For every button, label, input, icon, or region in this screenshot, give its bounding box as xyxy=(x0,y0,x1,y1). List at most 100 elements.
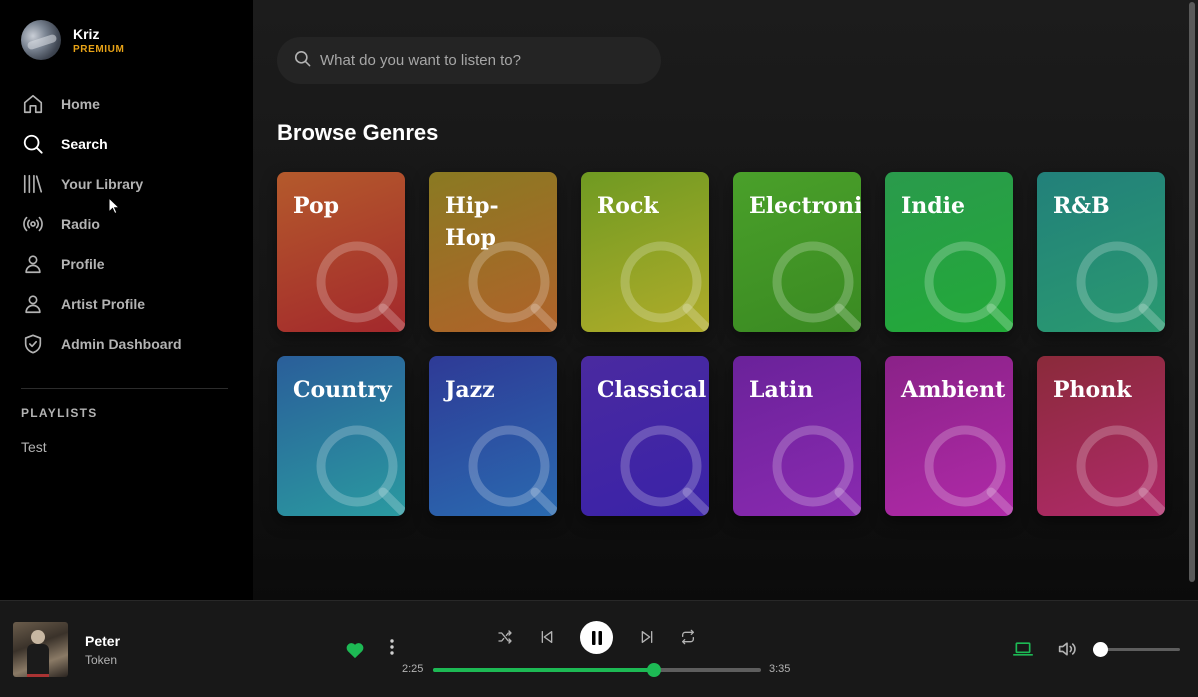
track-artist[interactable]: Token xyxy=(85,653,117,667)
radio-icon xyxy=(21,212,45,236)
genre-card-title: Latin xyxy=(749,377,814,403)
player-bar: Peter Token 2:25 3:35 xyxy=(0,600,1198,697)
search-icon xyxy=(620,241,709,332)
genre-card-title: Ambient xyxy=(901,377,1006,403)
heart-icon xyxy=(346,643,364,659)
search-icon xyxy=(924,425,1013,516)
progress-bar[interactable] xyxy=(433,663,761,677)
search-icon xyxy=(1076,241,1165,332)
genre-card-title: Electronic xyxy=(749,193,861,219)
genre-card-title: R&B xyxy=(1053,193,1110,219)
more-options-button[interactable] xyxy=(384,637,400,657)
genre-card-indie[interactable]: Indie xyxy=(885,172,1013,332)
nav-item-search[interactable]: Search xyxy=(21,124,231,164)
volume-slider[interactable] xyxy=(1093,642,1180,657)
main-scrollbar[interactable] xyxy=(1188,0,1196,584)
search-icon xyxy=(468,425,557,516)
search-icon xyxy=(316,425,405,516)
search-icon xyxy=(772,241,861,332)
nav-label: Admin Dashboard xyxy=(61,336,182,352)
more-vertical-icon xyxy=(390,639,394,655)
main-content: Browse Genres Pop Hip-Hop Rock Electronic In… xyxy=(253,0,1198,600)
genre-card-latin[interactable]: Latin xyxy=(733,356,861,516)
nav-item-admin-dashboard[interactable]: Admin Dashboard xyxy=(21,324,231,364)
search-icon xyxy=(316,241,405,332)
nav-label: Profile xyxy=(61,256,105,272)
main-nav: Home Search Your Library Radio Profile A… xyxy=(21,84,231,364)
search-input[interactable] xyxy=(320,52,640,69)
library-icon xyxy=(21,172,45,196)
shuffle-button[interactable] xyxy=(496,628,514,646)
repeat-button[interactable] xyxy=(679,628,697,646)
play-pause-button[interactable] xyxy=(580,621,613,654)
genre-card-ambient[interactable]: Ambient xyxy=(885,356,1013,516)
next-button[interactable] xyxy=(637,627,657,647)
sidebar: Kriz PREMIUM Home Search Your Library Ra… xyxy=(0,0,253,600)
nav-label: Your Library xyxy=(61,176,144,192)
skip-back-icon xyxy=(541,631,553,643)
nav-item-profile[interactable]: Profile xyxy=(21,244,231,284)
person-icon xyxy=(21,252,45,276)
browse-genres-heading: Browse Genres xyxy=(277,120,439,145)
person-icon xyxy=(21,292,45,316)
nav-item-artist-profile[interactable]: Artist Profile xyxy=(21,284,231,324)
genre-card-r-b[interactable]: R&B xyxy=(1037,172,1165,332)
search-icon xyxy=(293,49,312,73)
playlists-heading: PLAYLISTS xyxy=(21,406,98,420)
genre-card-jazz[interactable]: Jazz xyxy=(429,356,557,516)
total-time: 3:35 xyxy=(769,663,791,675)
playlist-item[interactable]: Test xyxy=(21,439,47,455)
scrollbar-thumb[interactable] xyxy=(1189,2,1195,582)
album-cover[interactable] xyxy=(13,622,68,677)
genre-card-hip-hop[interactable]: Hip-Hop xyxy=(429,172,557,332)
track-title[interactable]: Peter xyxy=(85,633,120,649)
genre-card-title: Jazz xyxy=(445,377,495,403)
search-icon xyxy=(924,241,1013,332)
user-name: Kriz xyxy=(73,25,100,42)
search-bar[interactable] xyxy=(277,37,661,84)
elapsed-time: 2:25 xyxy=(402,663,424,675)
like-button[interactable] xyxy=(344,639,366,661)
shuffle-icon xyxy=(498,630,512,644)
genre-card-pop[interactable]: Pop xyxy=(277,172,405,332)
laptop-icon xyxy=(1013,642,1033,656)
sidebar-divider xyxy=(21,388,228,389)
shield-icon xyxy=(21,332,45,356)
genre-card-title: Phonk xyxy=(1053,377,1132,403)
search-icon xyxy=(1076,425,1165,516)
repeat-icon xyxy=(682,629,694,645)
genre-card-title: Classical xyxy=(597,377,707,403)
progress-handle[interactable] xyxy=(647,663,662,677)
nav-label: Search xyxy=(61,136,108,152)
user-profile[interactable]: Kriz PREMIUM xyxy=(21,20,124,60)
nav-label: Home xyxy=(61,96,100,112)
volume-icon xyxy=(1058,642,1076,656)
genre-grid: Pop Hip-Hop Rock Electronic Indie R&B Country J… xyxy=(277,172,1165,516)
search-icon xyxy=(468,241,557,332)
genre-card-phonk[interactable]: Phonk xyxy=(1037,356,1165,516)
genre-card-rock[interactable]: Rock xyxy=(581,172,709,332)
genre-card-title: Pop xyxy=(293,193,340,219)
skip-forward-icon xyxy=(641,631,653,643)
nav-item-your-library[interactable]: Your Library xyxy=(21,164,231,204)
search-icon xyxy=(620,425,709,516)
devices-button[interactable] xyxy=(1012,638,1034,660)
previous-button[interactable] xyxy=(537,627,557,647)
pause-icon xyxy=(591,630,602,645)
search-icon xyxy=(772,425,861,516)
avatar[interactable] xyxy=(21,20,61,60)
premium-badge: PREMIUM xyxy=(73,43,125,55)
genre-card-classical[interactable]: Classical xyxy=(581,356,709,516)
home-icon xyxy=(21,92,45,116)
volume-handle[interactable] xyxy=(1093,642,1108,657)
genre-card-country[interactable]: Country xyxy=(277,356,405,516)
nav-item-radio[interactable]: Radio xyxy=(21,204,231,244)
volume-button[interactable] xyxy=(1055,638,1079,660)
genre-card-electronic[interactable]: Electronic xyxy=(733,172,861,332)
mouse-cursor-icon xyxy=(108,197,121,215)
nav-item-home[interactable]: Home xyxy=(21,84,231,124)
nav-label: Artist Profile xyxy=(61,296,146,312)
genre-card-title: Indie xyxy=(901,193,966,219)
nav-label: Radio xyxy=(61,216,100,232)
genre-card-title: Rock xyxy=(597,193,659,219)
